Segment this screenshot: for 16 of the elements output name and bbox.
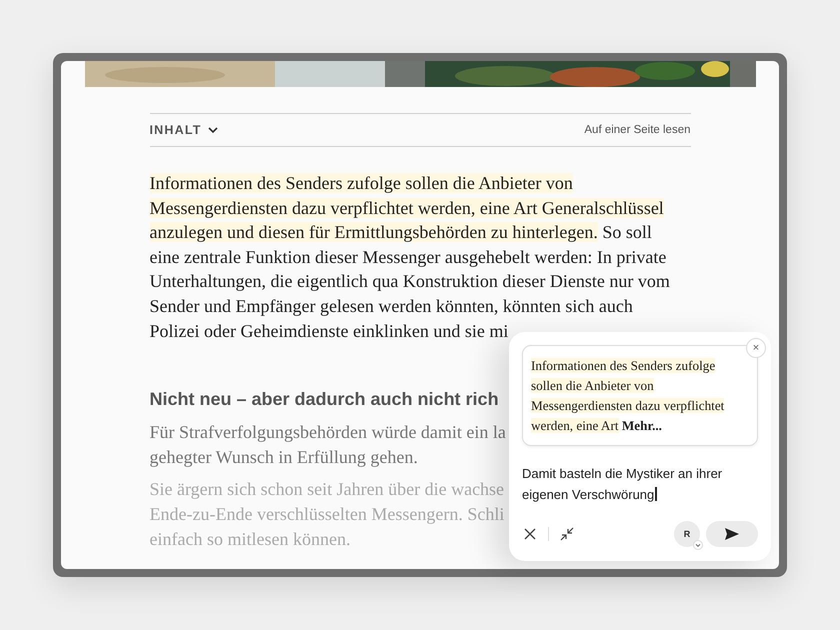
article-paragraph: Sie ärgern sich schon seit Jahren über die wachse Ende-zu-Ende verschlüsselten Messengern. Schli einfach so mitlesen können. bbox=[150, 478, 504, 551]
close-icon[interactable] bbox=[522, 526, 538, 542]
single-page-link[interactable]: Auf einer Seite lesen bbox=[584, 124, 690, 136]
comment-input[interactable]: Damit basteln die Mystiker an ihrer eigenen Verschwörung bbox=[522, 463, 758, 505]
section-heading: Nicht neu – aber dadurch auch nicht rich bbox=[150, 389, 499, 410]
user-avatar[interactable]: R bbox=[674, 521, 700, 547]
article-paragraph: Informationen des Senders zufolge sollen die Anbieter von Messengerdiensten dazu verpflichtet werden, eine Art Generalschlüssel anzulegen und diesen für Ermittlungsbehörden zu hinterlegen. So soll eine zentrale Funktion dieser Messenger ausgehebelt werden: In private Unterhaltungen, die eigentlich qua Konstruktion dieser Dienste nur vom Sender und Empfänger gelesen werden könnten, könnten sich auch Polizei oder Geheimdienste einklinken und sie mi bbox=[150, 172, 671, 343]
contents-toggle[interactable]: INHALT bbox=[150, 123, 218, 137]
send-icon bbox=[724, 527, 740, 541]
collapse-icon[interactable] bbox=[559, 526, 575, 542]
send-button[interactable] bbox=[706, 521, 758, 547]
chevron-down-icon bbox=[208, 126, 218, 134]
more-link[interactable]: Mehr... bbox=[622, 418, 662, 433]
close-button[interactable]: × bbox=[746, 338, 766, 358]
article-paragraph: Für Strafverfolgungsbehörden würde damit ein la gehegter Wunsch in Erfüllung gehen. bbox=[150, 421, 506, 469]
quoted-text: Informationen des Senders zufolge sollen die Anbieter von Messengerdiensten dazu verpflichtet werden, eine Art Mehr... bbox=[531, 357, 726, 435]
